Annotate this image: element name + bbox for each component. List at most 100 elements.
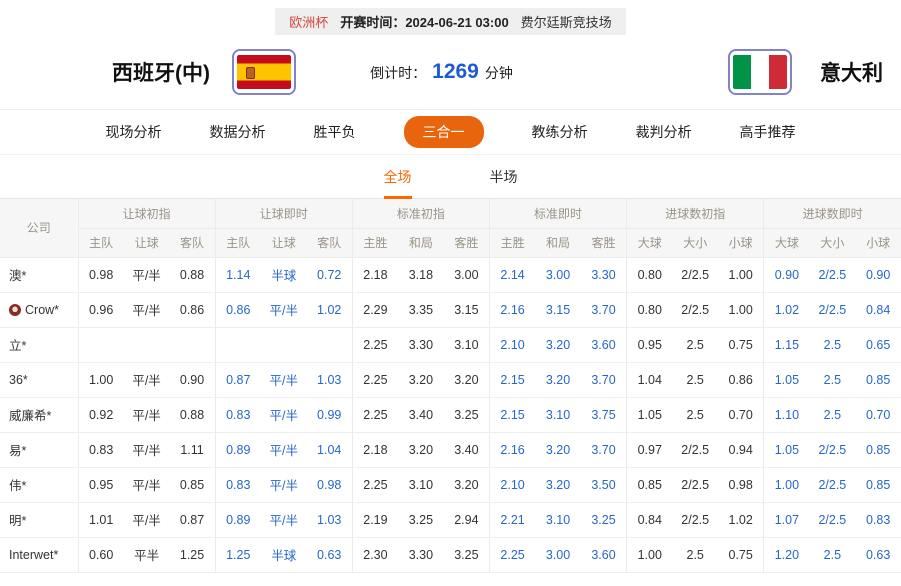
company-cell[interactable]: 易*: [0, 432, 78, 467]
odds-cell[interactable]: 0.65: [855, 327, 901, 362]
odds-cell[interactable]: 3.10: [535, 502, 581, 537]
odds-cell[interactable]: 0.89: [215, 502, 261, 537]
odds-cell[interactable]: 1.00: [764, 467, 810, 502]
odds-cell[interactable]: 0.95: [78, 467, 124, 502]
odds-cell[interactable]: 1.04: [307, 432, 353, 467]
odds-cell[interactable]: 0.86: [169, 292, 215, 327]
odds-cell[interactable]: 3.25: [444, 537, 490, 572]
odds-cell[interactable]: 0.85: [855, 362, 901, 397]
odds-cell[interactable]: 0.70: [718, 397, 764, 432]
odds-cell[interactable]: 1.03: [307, 502, 353, 537]
odds-cell[interactable]: 平/半: [124, 502, 170, 537]
odds-cell[interactable]: [307, 327, 353, 362]
odds-cell[interactable]: 0.85: [855, 467, 901, 502]
odds-cell[interactable]: 0.90: [169, 362, 215, 397]
odds-cell[interactable]: 3.20: [398, 362, 444, 397]
odds-cell[interactable]: 平/半: [261, 502, 307, 537]
odds-cell[interactable]: 平/半: [124, 467, 170, 502]
nav-tab[interactable]: 胜平负: [314, 122, 356, 142]
odds-cell[interactable]: 2/2.5: [672, 502, 718, 537]
odds-cell[interactable]: 3.10: [398, 467, 444, 502]
nav-tab[interactable]: 裁判分析: [636, 122, 692, 142]
odds-cell[interactable]: 1.00: [78, 362, 124, 397]
odds-cell[interactable]: 2/2.5: [672, 292, 718, 327]
company-cell[interactable]: Interwet*: [0, 537, 78, 572]
odds-cell[interactable]: [124, 327, 170, 362]
odds-cell[interactable]: 2.25: [352, 467, 398, 502]
odds-cell[interactable]: 2.25: [352, 327, 398, 362]
odds-cell[interactable]: 0.95: [627, 327, 673, 362]
odds-cell[interactable]: 3.00: [535, 537, 581, 572]
odds-cell[interactable]: 2/2.5: [810, 257, 856, 292]
odds-cell[interactable]: 2.29: [352, 292, 398, 327]
company-cell[interactable]: 伟*: [0, 467, 78, 502]
odds-cell[interactable]: 3.70: [581, 432, 627, 467]
odds-cell[interactable]: 1.15: [764, 327, 810, 362]
odds-cell[interactable]: 2.18: [352, 257, 398, 292]
odds-cell[interactable]: 0.70: [855, 397, 901, 432]
odds-cell[interactable]: 3.70: [581, 362, 627, 397]
odds-cell[interactable]: 3.25: [581, 502, 627, 537]
odds-cell[interactable]: 平/半: [124, 257, 170, 292]
odds-cell[interactable]: 3.30: [581, 257, 627, 292]
odds-cell[interactable]: 0.98: [78, 257, 124, 292]
company-cell[interactable]: Crow*: [0, 292, 78, 327]
odds-cell[interactable]: 0.98: [307, 467, 353, 502]
odds-cell[interactable]: 1.20: [764, 537, 810, 572]
odds-cell[interactable]: 0.75: [718, 327, 764, 362]
odds-cell[interactable]: 平/半: [261, 362, 307, 397]
odds-cell[interactable]: 1.05: [764, 432, 810, 467]
odds-cell[interactable]: 3.18: [398, 257, 444, 292]
odds-cell[interactable]: 0.80: [627, 257, 673, 292]
odds-cell[interactable]: 3.10: [444, 327, 490, 362]
odds-cell[interactable]: 2.5: [810, 537, 856, 572]
odds-cell[interactable]: 3.25: [444, 397, 490, 432]
odds-cell[interactable]: 2.5: [810, 362, 856, 397]
odds-cell[interactable]: 0.86: [718, 362, 764, 397]
odds-cell[interactable]: 0.83: [215, 397, 261, 432]
odds-cell[interactable]: 平/半: [124, 397, 170, 432]
odds-cell[interactable]: 2/2.5: [672, 467, 718, 502]
odds-cell[interactable]: 1.03: [307, 362, 353, 397]
odds-cell[interactable]: 0.83: [855, 502, 901, 537]
odds-cell[interactable]: 平/半: [124, 292, 170, 327]
company-cell[interactable]: 立*: [0, 327, 78, 362]
odds-cell[interactable]: 0.96: [78, 292, 124, 327]
company-cell[interactable]: 明*: [0, 502, 78, 537]
odds-cell[interactable]: 0.85: [169, 467, 215, 502]
odds-cell[interactable]: 0.60: [78, 537, 124, 572]
odds-cell[interactable]: 3.75: [581, 397, 627, 432]
odds-cell[interactable]: 0.86: [215, 292, 261, 327]
subtab-active[interactable]: 全场: [384, 155, 412, 198]
odds-cell[interactable]: [261, 327, 307, 362]
odds-cell[interactable]: 0.90: [764, 257, 810, 292]
odds-cell[interactable]: 2.21: [489, 502, 535, 537]
odds-cell[interactable]: 3.70: [581, 292, 627, 327]
odds-cell[interactable]: 2/2.5: [810, 502, 856, 537]
odds-cell[interactable]: 2.25: [352, 362, 398, 397]
odds-cell[interactable]: 3.20: [444, 467, 490, 502]
odds-cell[interactable]: 3.40: [444, 432, 490, 467]
odds-cell[interactable]: 0.72: [307, 257, 353, 292]
company-cell[interactable]: 澳*: [0, 257, 78, 292]
odds-cell[interactable]: 1.25: [169, 537, 215, 572]
odds-cell[interactable]: 3.00: [535, 257, 581, 292]
odds-cell[interactable]: 平/半: [261, 292, 307, 327]
odds-cell[interactable]: 3.25: [398, 502, 444, 537]
odds-cell[interactable]: [169, 327, 215, 362]
odds-cell[interactable]: 2.25: [489, 537, 535, 572]
odds-cell[interactable]: 1.05: [627, 397, 673, 432]
odds-cell[interactable]: 2.16: [489, 292, 535, 327]
odds-cell[interactable]: 0.92: [78, 397, 124, 432]
odds-cell[interactable]: 3.30: [398, 327, 444, 362]
odds-cell[interactable]: 3.20: [535, 432, 581, 467]
odds-cell[interactable]: 0.98: [718, 467, 764, 502]
odds-cell[interactable]: 2.10: [489, 327, 535, 362]
odds-cell[interactable]: 2.5: [810, 327, 856, 362]
odds-cell[interactable]: 3.30: [398, 537, 444, 572]
odds-cell[interactable]: 2/2.5: [672, 432, 718, 467]
odds-cell[interactable]: 2.5: [810, 397, 856, 432]
odds-cell[interactable]: 0.85: [855, 432, 901, 467]
nav-tab[interactable]: 教练分析: [532, 122, 588, 142]
odds-cell[interactable]: 0.89: [215, 432, 261, 467]
